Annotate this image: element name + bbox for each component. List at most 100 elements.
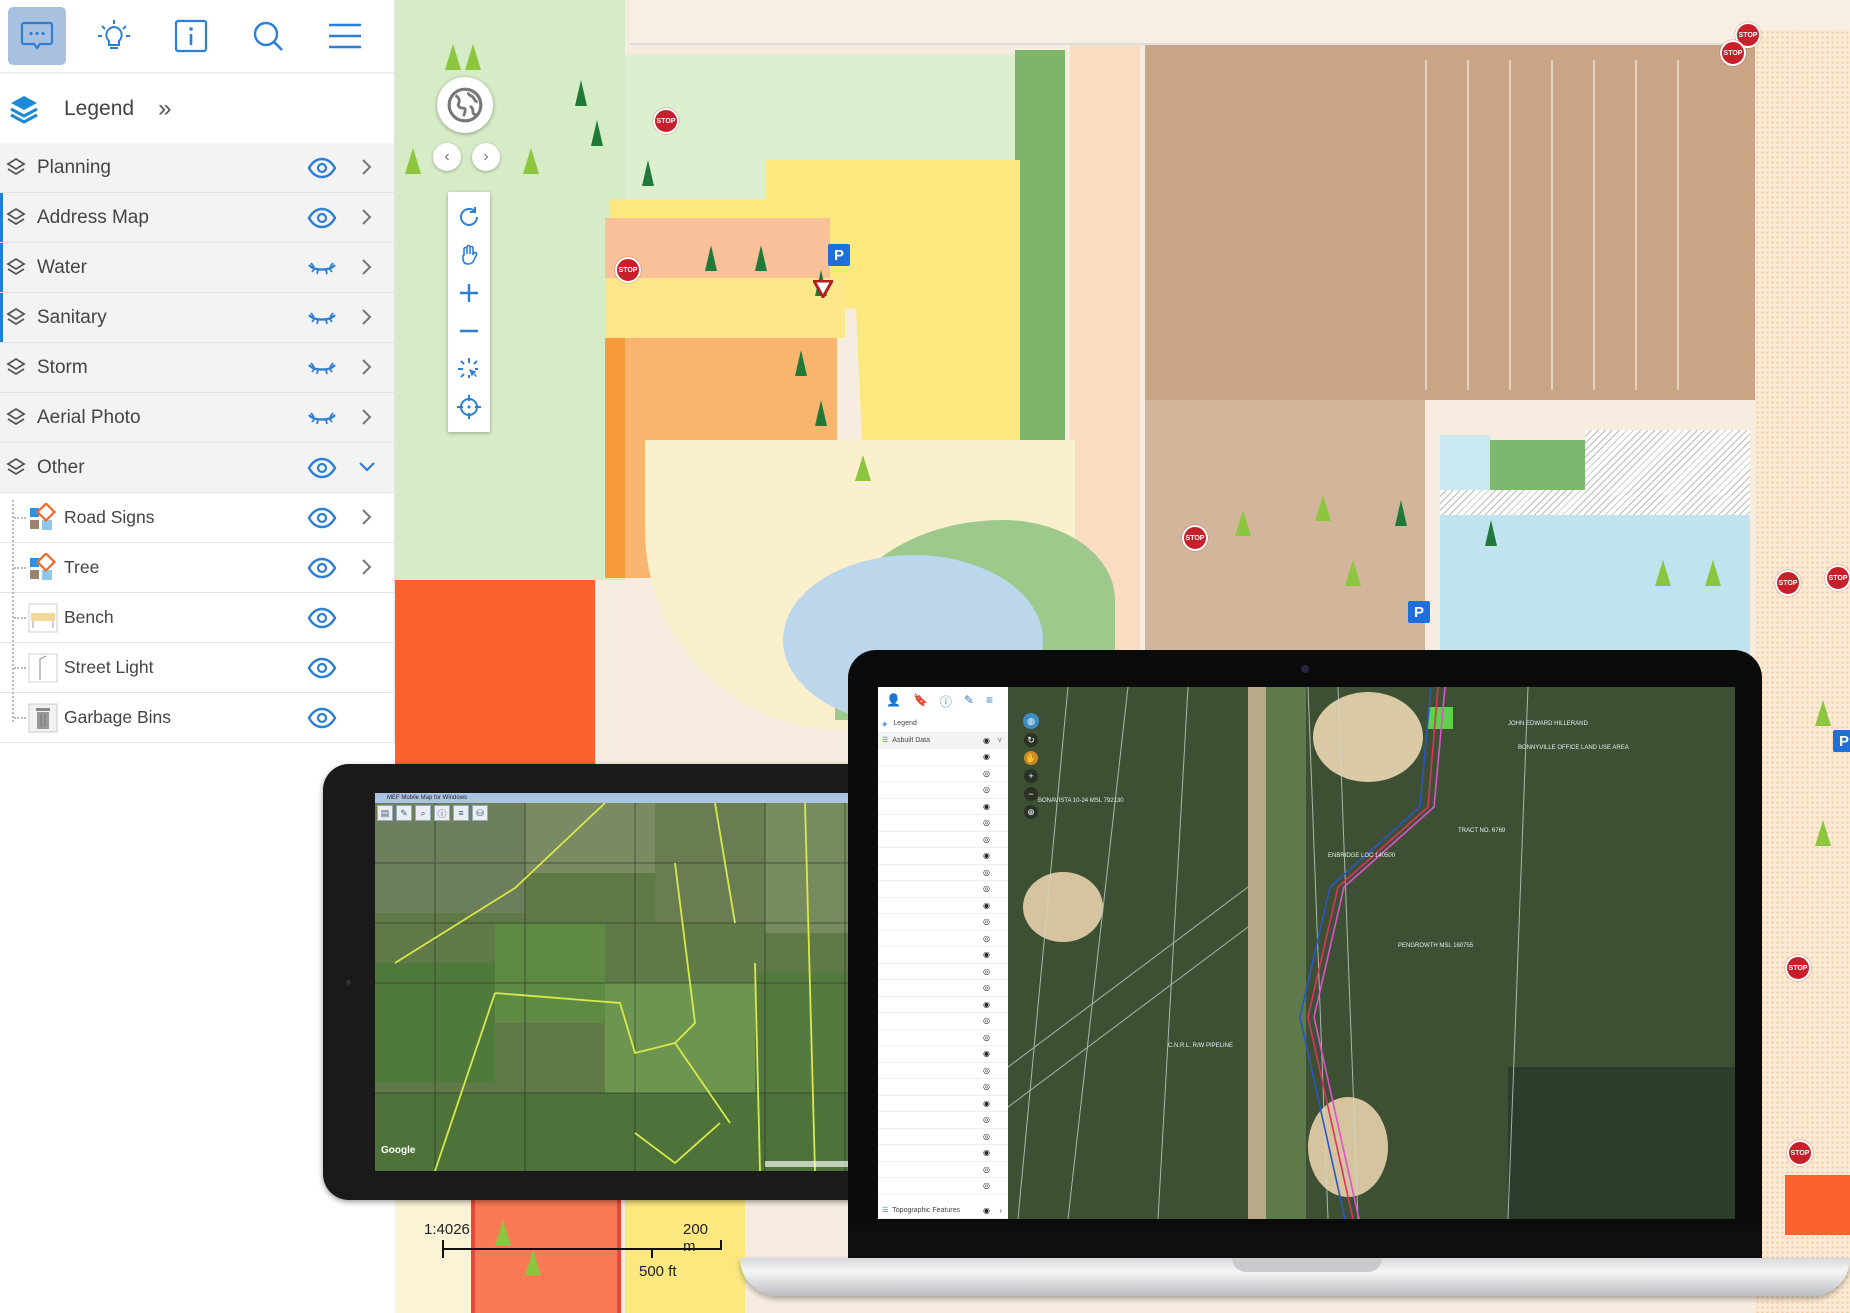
select-button[interactable] bbox=[453, 353, 485, 385]
eye-icon[interactable]: ◎ bbox=[983, 967, 990, 976]
plus-icon[interactable]: + bbox=[1024, 769, 1038, 783]
eye-icon[interactable]: ◎ bbox=[983, 934, 990, 943]
chat-button[interactable] bbox=[8, 7, 66, 65]
chevron-down-icon[interactable]: ˅ bbox=[997, 736, 1002, 745]
zoom-in-button[interactable] bbox=[453, 277, 485, 309]
crosshair-icon[interactable]: ⊕ bbox=[1024, 805, 1038, 819]
tablet-database-button[interactable]: ⛁ bbox=[472, 805, 488, 821]
legend-group-row[interactable]: Planning bbox=[0, 143, 394, 193]
laptop-layer-row[interactable]: ◎ bbox=[878, 1079, 1008, 1096]
legend-layer-row[interactable]: Road Signs bbox=[0, 493, 394, 543]
laptop-layer-row[interactable]: ◎ bbox=[878, 1013, 1008, 1030]
laptop-layer-row[interactable]: ◎ bbox=[878, 832, 1008, 848]
eye-icon[interactable]: ◉ bbox=[983, 736, 990, 745]
tablet-menu-button[interactable]: ≡ bbox=[453, 805, 469, 821]
visibility-toggle[interactable] bbox=[306, 556, 338, 580]
laptop-layer-row[interactable]: ◉ bbox=[878, 997, 1008, 1013]
laptop-layer-row[interactable]: ◉ bbox=[878, 848, 1008, 865]
eye-icon[interactable]: ◎ bbox=[983, 1016, 990, 1025]
eye-icon[interactable]: ◉ bbox=[983, 802, 990, 811]
expand-toggle[interactable] bbox=[358, 155, 376, 179]
laptop-layer-row[interactable]: ☰ Topographic Features ◉ › bbox=[878, 1203, 1008, 1219]
legend-group-row[interactable]: Sanitary bbox=[0, 293, 394, 343]
legend-layer-row[interactable]: Street Light bbox=[0, 643, 394, 693]
eye-icon[interactable]: ◎ bbox=[983, 1115, 990, 1124]
laptop-layer-row[interactable]: ◎ bbox=[878, 1178, 1008, 1195]
refresh-icon[interactable]: ↻ bbox=[1024, 733, 1038, 747]
globe-icon[interactable]: ◍ bbox=[1023, 713, 1039, 729]
tablet-edit-button[interactable]: ✎ bbox=[396, 805, 412, 821]
eye-icon[interactable]: ◉ bbox=[983, 851, 990, 860]
next-extent-button[interactable]: › bbox=[472, 143, 500, 171]
info-button[interactable] bbox=[162, 7, 220, 65]
visibility-toggle[interactable] bbox=[306, 656, 338, 680]
laptop-aerial-map[interactable]: JOHN EDWARD HILLERAND BONNYVILLE OFFICE … bbox=[1008, 687, 1735, 1219]
eye-icon[interactable]: ◉ bbox=[983, 1049, 990, 1058]
laptop-layer-row[interactable]: ◎ bbox=[878, 766, 1008, 782]
expand-toggle[interactable] bbox=[358, 455, 376, 479]
laptop-layer-row[interactable]: ☰ Asbuilt Data ◉ ˅ bbox=[878, 732, 1008, 749]
basemap-globe-button[interactable] bbox=[437, 77, 493, 133]
eye-icon[interactable]: ◉ bbox=[983, 1099, 990, 1108]
laptop-layer-row[interactable]: ◎ bbox=[878, 815, 1008, 832]
eye-icon[interactable]: ◎ bbox=[983, 1132, 990, 1141]
expand-toggle[interactable] bbox=[358, 305, 376, 329]
legend-layer-row[interactable]: Tree bbox=[0, 543, 394, 593]
expand-toggle[interactable] bbox=[358, 255, 376, 279]
tablet-screen-map[interactable]: MEF Mobile Map for Windows ▤ ✎ ⌕ ⓘ ≡ ⛁ G… bbox=[375, 793, 885, 1171]
tablet-search-button[interactable]: ⌕ bbox=[415, 805, 431, 821]
minus-icon[interactable]: − bbox=[1024, 787, 1038, 801]
eye-icon[interactable]: ◉ bbox=[983, 1000, 990, 1009]
expand-toggle[interactable] bbox=[358, 505, 376, 529]
eye-icon[interactable]: ◎ bbox=[983, 1165, 990, 1174]
expand-toggle[interactable] bbox=[358, 405, 376, 429]
visibility-toggle[interactable] bbox=[306, 456, 338, 480]
laptop-layer-row[interactable]: ◎ bbox=[878, 931, 1008, 947]
eye-icon[interactable]: ◎ bbox=[983, 785, 990, 794]
legend-group-row[interactable]: Other bbox=[0, 443, 394, 493]
laptop-layer-row[interactable]: ◎ bbox=[878, 1129, 1008, 1145]
refresh-button[interactable] bbox=[453, 201, 485, 233]
legend-layer-row[interactable]: Bench bbox=[0, 593, 394, 643]
eye-icon[interactable]: ◎ bbox=[983, 835, 990, 844]
laptop-layer-row[interactable]: ◉ bbox=[878, 749, 1008, 766]
legend-group-row[interactable]: Aerial Photo bbox=[0, 393, 394, 443]
visibility-toggle[interactable] bbox=[306, 706, 338, 730]
zoom-out-button[interactable] bbox=[453, 315, 485, 347]
expand-toggle[interactable] bbox=[358, 205, 376, 229]
tips-button[interactable] bbox=[85, 7, 143, 65]
laptop-layer-row[interactable]: ◉ bbox=[878, 1046, 1008, 1063]
previous-extent-button[interactable]: ‹ bbox=[433, 143, 461, 171]
locate-button[interactable] bbox=[453, 391, 485, 423]
eye-icon[interactable]: ◉ bbox=[983, 950, 990, 959]
laptop-layer-row[interactable]: ◎ bbox=[878, 881, 1008, 898]
laptop-layer-row[interactable]: ◎ bbox=[878, 865, 1008, 881]
eye-icon[interactable]: ◎ bbox=[983, 1033, 990, 1042]
laptop-layer-row[interactable]: ◉ bbox=[878, 898, 1008, 914]
visibility-toggle[interactable] bbox=[306, 356, 338, 380]
expand-toggle[interactable] bbox=[358, 355, 376, 379]
laptop-layer-row[interactable]: ◎ bbox=[878, 1112, 1008, 1129]
legend-group-row[interactable]: Water bbox=[0, 243, 394, 293]
user-icon[interactable]: 👤 bbox=[886, 693, 901, 710]
eye-icon[interactable]: ◉ bbox=[983, 901, 990, 910]
laptop-layer-row[interactable]: ◎ bbox=[878, 1030, 1008, 1046]
visibility-toggle[interactable] bbox=[306, 506, 338, 530]
laptop-layer-row[interactable]: ◉ bbox=[878, 947, 1008, 964]
visibility-toggle[interactable] bbox=[306, 306, 338, 330]
tablet-layers-button[interactable]: ▤ bbox=[377, 805, 393, 821]
visibility-toggle[interactable] bbox=[306, 606, 338, 630]
laptop-layer-row[interactable]: ◉ bbox=[878, 1096, 1008, 1112]
hamburger-menu-icon[interactable]: ≡ bbox=[986, 693, 993, 710]
edit-icon[interactable]: ✎ bbox=[964, 693, 974, 710]
visibility-toggle[interactable] bbox=[306, 256, 338, 280]
eye-icon[interactable]: ◎ bbox=[983, 884, 990, 893]
eye-icon[interactable]: ◉ bbox=[983, 1206, 990, 1215]
laptop-layer-row[interactable]: ◉ bbox=[878, 799, 1008, 815]
legend-group-row[interactable]: Address Map bbox=[0, 193, 394, 243]
eye-icon[interactable]: ◉ bbox=[983, 1148, 990, 1157]
eye-icon[interactable]: ◎ bbox=[983, 1082, 990, 1091]
eye-icon[interactable]: ◎ bbox=[983, 868, 990, 877]
eye-icon[interactable]: ◎ bbox=[983, 1066, 990, 1075]
laptop-layer-row[interactable]: ◎ bbox=[878, 782, 1008, 799]
